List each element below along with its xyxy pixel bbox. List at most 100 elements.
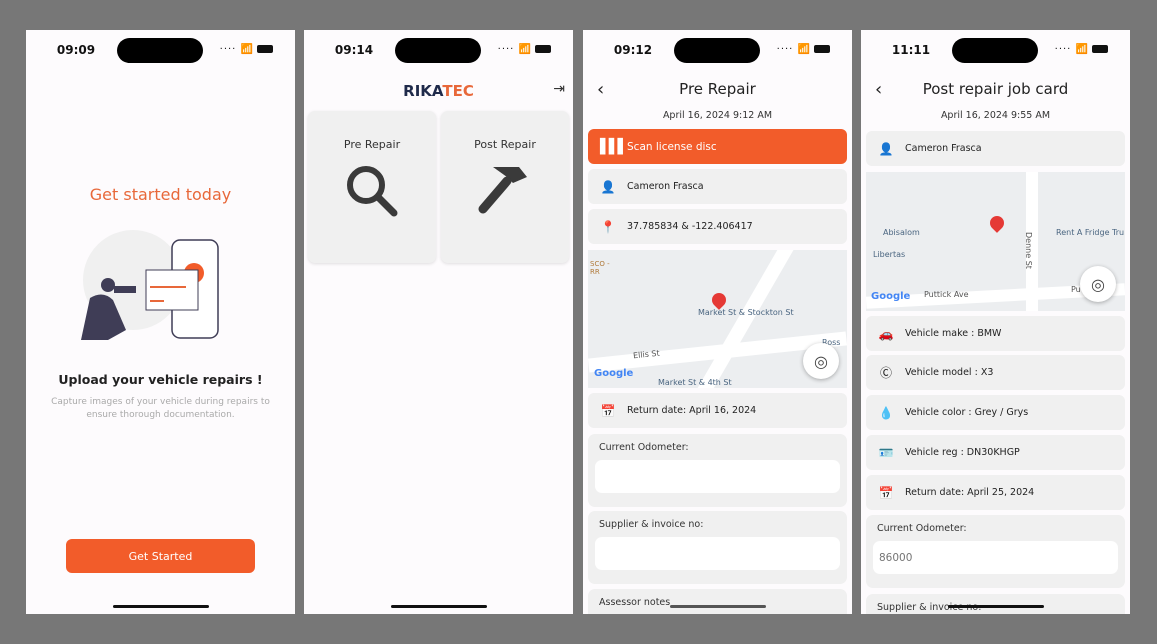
barcode-icon: ▌▌▌: [600, 138, 628, 155]
post-repair-card[interactable]: Post Repair: [441, 111, 569, 263]
customer-name: Cameron Frasca: [905, 143, 982, 154]
odometer-label: Current Odometer:: [599, 442, 689, 453]
map-label: Denne St: [1024, 232, 1033, 269]
home-indicator: [391, 605, 487, 608]
illustration: [81, 230, 219, 340]
battery-icon: [257, 45, 273, 53]
home-indicator: [670, 605, 766, 608]
status-icons: ···· 📶: [1055, 44, 1108, 55]
status-time: 11:11: [891, 43, 931, 57]
onboarding-subtitle: Capture images of your vehicle during re…: [51, 397, 270, 420]
logout-icon[interactable]: ⇥: [553, 81, 565, 97]
date-label: April 16, 2024 9:55 AM: [940, 110, 1051, 121]
return-date: Return date: April 16, 2024: [627, 405, 757, 416]
status-icons: ···· 📶: [498, 44, 551, 55]
home-indicator: [948, 605, 1044, 608]
map-label: Market St & 4th St: [658, 378, 732, 387]
map-view[interactable]: Abisalom Libertas Denne St Rent A Fridge…: [866, 172, 1125, 311]
vehicle-reg-row: 🪪 Vehicle reg : DN30KHGP: [866, 435, 1125, 470]
dynamic-island: [952, 38, 1038, 63]
my-location-button[interactable]: ◎: [1080, 266, 1116, 302]
hammer-icon: [478, 167, 527, 214]
page-title: Post repair job card: [922, 80, 1069, 98]
card-label: Post Repair: [474, 138, 536, 151]
battery-icon: [814, 45, 830, 53]
page-title: Pre Repair: [679, 80, 756, 98]
map-label: Abisalom: [883, 228, 920, 237]
notes-card: Assessor notes: [588, 589, 847, 614]
logo-part: RIKA: [403, 82, 443, 100]
pre-repair-screen: 09:12 ···· 📶 ‹ Pre Repair April 16, 2024…: [583, 30, 852, 614]
map-label: Libertas: [873, 250, 906, 259]
vehicle-color-row: 💧 Vehicle color : Grey / Grys: [866, 395, 1125, 430]
map-pin-icon: [987, 213, 1007, 233]
map-view[interactable]: Market St & Stockton St Ellis St Market …: [588, 250, 847, 388]
customer-name-row: 👤 Cameron Frasca: [588, 169, 847, 204]
date-label: April 16, 2024 9:12 AM: [662, 110, 773, 121]
wifi-icon: 📶: [240, 44, 254, 55]
supplier-input[interactable]: [595, 537, 840, 570]
vehicle-reg: Vehicle reg : DN30KHGP: [905, 447, 1020, 458]
vehicle-color: Vehicle color : Grey / Grys: [905, 407, 1029, 418]
google-logo: Google: [871, 291, 911, 302]
dynamic-island: [395, 38, 481, 63]
copyright-icon: Ⓒ: [879, 366, 892, 380]
scan-license-button[interactable]: ▌▌▌ Scan license disc: [588, 129, 847, 164]
odometer-card: Current Odometer:: [866, 515, 1125, 588]
supplier-card: Supplier & invoice no:: [866, 594, 1125, 614]
page-title: Get started today: [89, 185, 232, 204]
logo-part: TEC: [442, 82, 474, 100]
home-indicator: [113, 605, 209, 608]
coordinates-row: 📍 37.785834 & -122.406417: [588, 209, 847, 244]
card-label: Pre Repair: [343, 138, 401, 151]
vehicle-model: Vehicle model : X3: [905, 367, 994, 378]
return-date: Return date: April 25, 2024: [905, 487, 1035, 498]
map-pin-icon: [709, 290, 729, 310]
location-pin-icon: 📍: [600, 219, 616, 234]
dynamic-island: [674, 38, 760, 63]
onboarding-screen: 09:09 ···· 📶 Get started today Upload yo…: [26, 30, 295, 614]
button-label: Scan license disc: [627, 140, 717, 153]
odometer-input[interactable]: [595, 460, 840, 493]
id-card-icon: 🪪: [878, 445, 894, 460]
post-repair-screen: 11:11 ···· 📶 ‹ Post repair job card Apri…: [861, 30, 1130, 614]
map-label: Rent A Fridge Tru: [1056, 228, 1125, 237]
supplier-card: Supplier & invoice no:: [588, 511, 847, 584]
vehicle-make-row: 🚗 Vehicle make : BMW: [866, 316, 1125, 351]
logo: RIKATEC: [304, 82, 573, 100]
car-icon: 🚗: [878, 326, 894, 341]
return-date-row: 📅 Return date: April 16, 2024: [588, 393, 847, 428]
map-label: Puttick Ave: [924, 290, 969, 299]
search-icon: [347, 166, 398, 217]
battery-icon: [535, 45, 551, 53]
pre-repair-card[interactable]: Pre Repair: [308, 111, 436, 263]
status-time: 09:12: [613, 43, 653, 57]
person-icon: 👤: [600, 179, 616, 194]
person-icon: 👤: [878, 141, 894, 156]
water-drop-icon: 💧: [878, 405, 894, 420]
home-screen: 09:14 ···· 📶 RIKATEC ⇥ Pre Repair Post R…: [304, 30, 573, 614]
supplier-label: Supplier & invoice no:: [599, 519, 704, 530]
map-label: Market St & Stockton St: [698, 308, 794, 317]
my-location-button[interactable]: ◎: [803, 343, 839, 379]
odometer-input[interactable]: [873, 541, 1118, 574]
status-time: 09:09: [56, 43, 96, 57]
customer-name: Cameron Frasca: [627, 181, 704, 192]
google-logo: Google: [594, 368, 634, 379]
vehicle-model-row: Ⓒ Vehicle model : X3: [866, 355, 1125, 390]
vehicle-make: Vehicle make : BMW: [905, 328, 1002, 339]
coordinates: 37.785834 & -122.406417: [627, 221, 753, 232]
map-label: SCO - RR: [590, 260, 610, 276]
odometer-card: Current Odometer:: [588, 434, 847, 507]
status-icons: ···· 📶: [220, 44, 273, 55]
customer-name-row: 👤 Cameron Frasca: [866, 131, 1125, 166]
get-started-button[interactable]: Get Started: [66, 539, 255, 573]
battery-icon: [1092, 45, 1108, 53]
calendar-icon: 📅: [878, 485, 894, 500]
onboarding-heading: Upload your vehicle repairs !: [58, 372, 263, 387]
status-icons: ···· 📶: [777, 44, 830, 55]
return-date-row: 📅 Return date: April 25, 2024: [866, 475, 1125, 510]
calendar-icon: 📅: [600, 403, 616, 418]
status-time: 09:14: [334, 43, 374, 57]
dynamic-island: [117, 38, 203, 63]
